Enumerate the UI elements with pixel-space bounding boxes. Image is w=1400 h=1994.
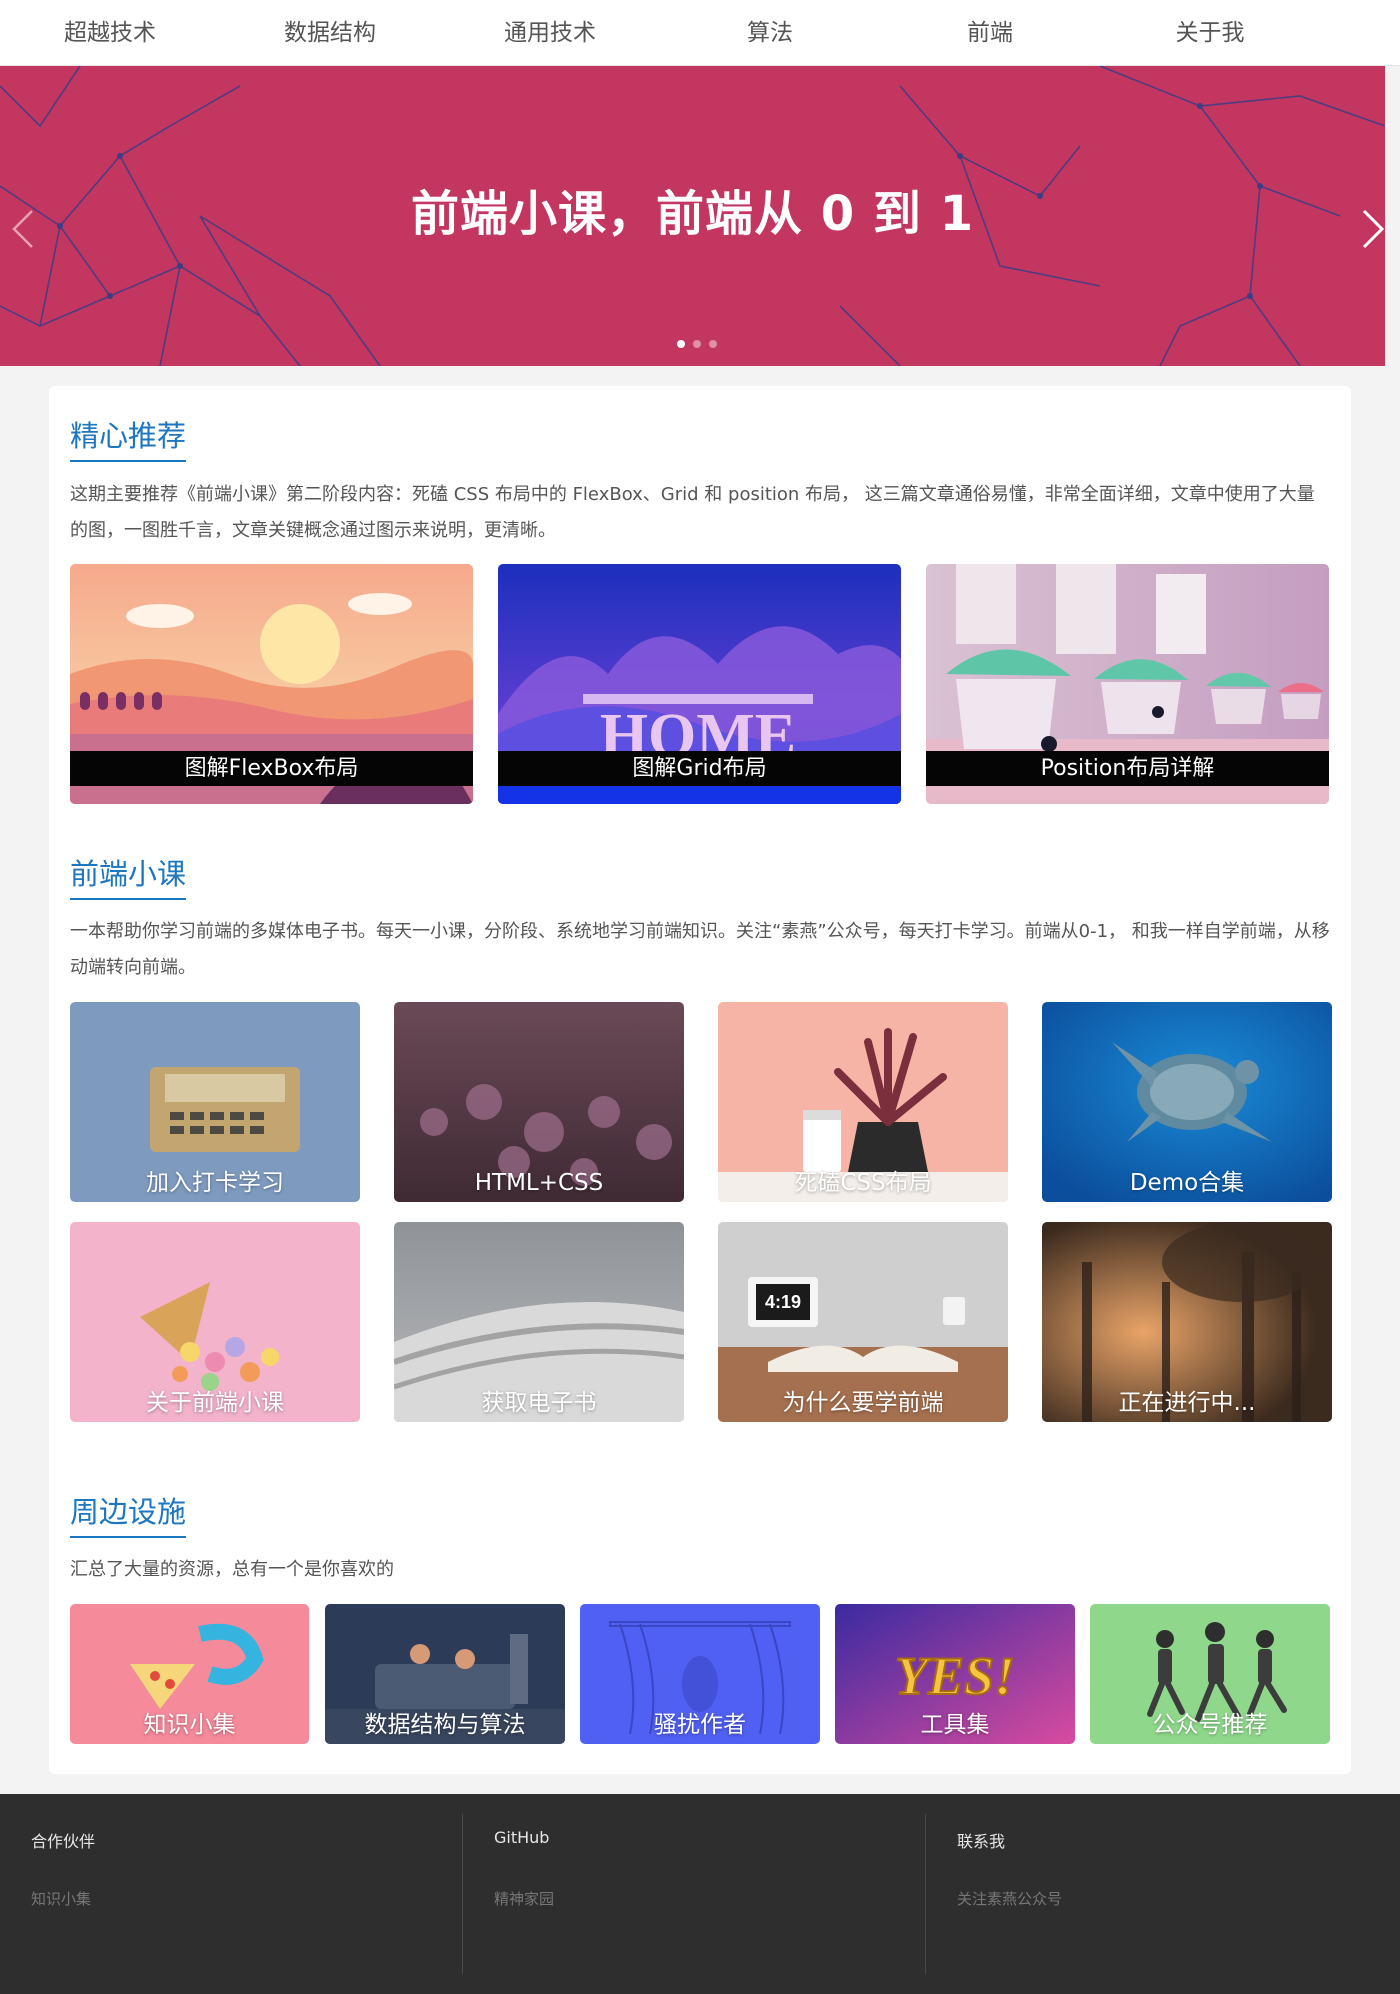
footer: 合作伙伴 知识小集 GitHub 精神家园 联系我 关注素燕公众号	[0, 1794, 1400, 1994]
carousel-dot-1[interactable]	[677, 340, 685, 348]
card-label: 为什么要学前端	[782, 1390, 944, 1416]
card-contact-author[interactable]: 骚扰作者	[580, 1604, 820, 1744]
footer-column-partners: 合作伙伴 知识小集	[0, 1814, 463, 1974]
card-knowledge-collection[interactable]: 知识小集	[70, 1604, 309, 1744]
card-label: Demo合集	[1129, 1170, 1245, 1196]
card-grid[interactable]: HOME 图解Grid布局	[498, 564, 901, 804]
svg-text:4:19: 4:19	[765, 1292, 801, 1312]
card-in-progress[interactable]: 正在进行中...	[1042, 1222, 1332, 1422]
footer-link[interactable]: 关注素燕公众号	[957, 1888, 1062, 1909]
card-position[interactable]: Position布局详解	[926, 564, 1329, 804]
top-nav: 超越技术 数据结构 通用技术 算法 前端 关于我	[0, 0, 1400, 66]
footer-link[interactable]: 精神家园	[494, 1888, 554, 1909]
nav-item-about[interactable]: 关于我	[1100, 0, 1320, 66]
chevron-right-icon[interactable]	[1352, 191, 1385, 261]
section-title-recommend: 精心推荐	[70, 418, 187, 462]
carousel-dot-2[interactable]	[693, 340, 701, 348]
footer-heading: 合作伙伴	[31, 1832, 96, 1851]
card-label: Position布局详解	[926, 751, 1329, 786]
carousel-pagination	[677, 340, 717, 348]
section-title-course: 前端小课	[70, 856, 187, 900]
main-content: 精心推荐 这期主要推荐《前端小课》第二阶段内容：死磕 CSS 布局中的 Flex…	[49, 386, 1351, 1774]
card-label: 骚扰作者	[654, 1712, 746, 1738]
card-get-ebook[interactable]: 获取电子书	[394, 1222, 684, 1422]
banner-title: 前端小课，前端从 0 到 1	[411, 186, 974, 242]
footer-column-contact: 联系我 关注素燕公众号	[926, 1814, 1389, 1974]
card-about-course[interactable]: 关于前端小课	[70, 1222, 360, 1422]
card-label: 死磕CSS布局	[794, 1170, 932, 1196]
card-label: 获取电子书	[481, 1390, 597, 1416]
card-label: 加入打卡学习	[146, 1170, 284, 1196]
card-label: 正在进行中...	[1118, 1390, 1256, 1416]
section-desc-recommend: 这期主要推荐《前端小课》第二阶段内容：死磕 CSS 布局中的 FlexBox、G…	[70, 484, 1315, 541]
nav-item-data-structures[interactable]: 数据结构	[220, 0, 440, 66]
card-flexbox[interactable]: 图解FlexBox布局	[70, 564, 473, 804]
chevron-left-icon[interactable]	[4, 191, 44, 261]
nav-item-frontend[interactable]: 前端	[880, 0, 1100, 66]
card-css-layout[interactable]: 死磕CSS布局	[718, 1002, 1008, 1202]
card-label: HTML+CSS	[474, 1170, 604, 1196]
card-label: 图解Grid布局	[498, 751, 901, 786]
section-desc-facilities: 汇总了大量的资源，总有一个是你喜欢的	[70, 1559, 394, 1580]
card-join-checkin[interactable]: 加入打卡学习	[70, 1002, 360, 1202]
footer-column-github: GitHub 精神家园	[463, 1814, 926, 1974]
footer-heading: 联系我	[957, 1832, 1006, 1851]
card-toolkit[interactable]: YES! 工具集	[835, 1604, 1075, 1744]
footer-heading: GitHub	[494, 1828, 550, 1847]
carousel-dot-3[interactable]	[709, 340, 717, 348]
section-desc-course: 一本帮助你学习前端的多媒体电子书。每天一小课，分阶段、系统地学习前端知识。关注“…	[70, 921, 1330, 978]
section-title-facilities: 周边设施	[70, 1494, 187, 1538]
card-label: 数据结构与算法	[364, 1712, 526, 1738]
hero-carousel: 前端小课，前端从 0 到 1	[0, 66, 1385, 366]
card-label: 公众号推荐	[1152, 1712, 1268, 1738]
card-label: 工具集	[920, 1712, 990, 1738]
card-demo-collection[interactable]: Demo合集	[1042, 1002, 1332, 1202]
nav-item-algorithms[interactable]: 算法	[660, 0, 880, 66]
card-label: 关于前端小课	[146, 1390, 284, 1416]
card-ds-algorithms[interactable]: 数据结构与算法	[325, 1604, 565, 1744]
card-why-frontend[interactable]: 4:19 为什么要学前端	[718, 1222, 1008, 1422]
nav-item-beyond-tech[interactable]: 超越技术	[0, 0, 220, 66]
card-label: 图解FlexBox布局	[70, 751, 473, 786]
footer-link[interactable]: 知识小集	[31, 1888, 91, 1909]
svg-text:YES!: YES!	[895, 1646, 1015, 1706]
card-label: 知识小集	[143, 1712, 236, 1738]
card-html-css[interactable]: HTML+CSS	[394, 1002, 684, 1202]
nav-item-general-tech[interactable]: 通用技术	[440, 0, 660, 66]
card-wechat-recommend[interactable]: 公众号推荐	[1090, 1604, 1330, 1744]
